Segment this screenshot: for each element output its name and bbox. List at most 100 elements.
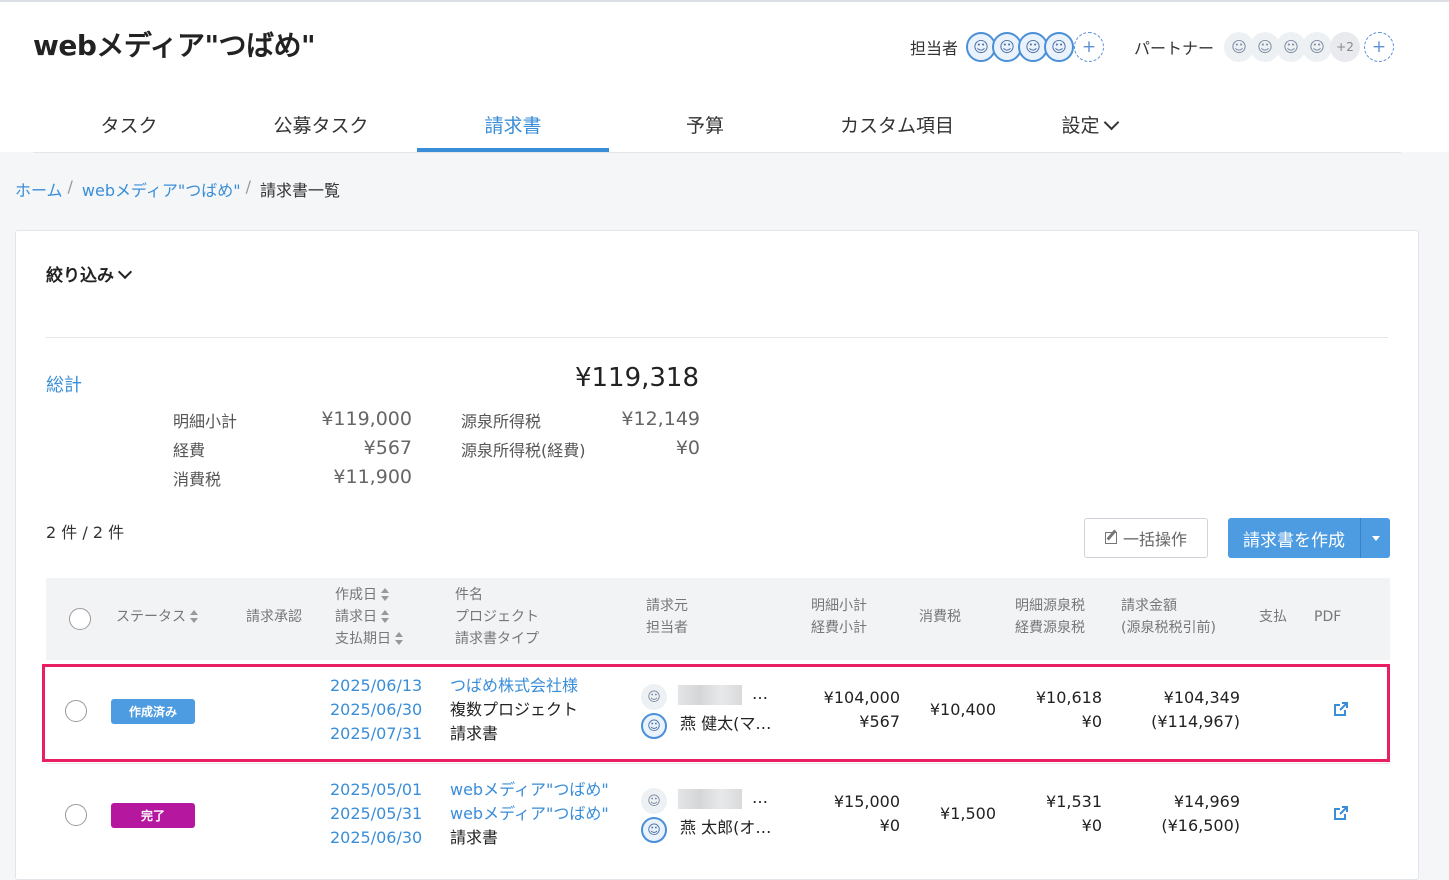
partners-label: パートナー <box>1134 39 1215 58</box>
header-status-label: ステータス <box>116 609 186 625</box>
project-name: 複数プロジェクト <box>450 700 579 719</box>
tab-public-tasks[interactable]: 公募タスク <box>225 99 417 152</box>
summary-value: ¥0 <box>675 437 700 459</box>
header-created[interactable]: 作成日 <box>335 584 389 606</box>
withholding-expense: ¥0 <box>1081 816 1102 835</box>
tab-custom-fields[interactable]: カスタム項目 <box>801 99 993 152</box>
due-date[interactable]: 2025/06/30 <box>330 826 422 850</box>
table-row[interactable]: 完了 2025/05/01 2025/05/31 2025/06/30 webメ… <box>16 764 1420 868</box>
partners-group: パートナー ☺ ☺ ☺ ☺ +2 + <box>1134 32 1395 62</box>
header-billed-label: 請求日 <box>335 609 377 625</box>
header: webメディア"つばめ" 担当者 ☺ ☺ ☺ ☺ + パートナー ☺ ☺ ☺ ☺… <box>0 2 1449 153</box>
header-withholding: 明細源泉税 <box>1015 598 1085 614</box>
member-avatar[interactable]: ☺ <box>1044 32 1075 62</box>
chevron-down-icon <box>117 264 133 280</box>
result-count: 2 件 / 2 件 <box>46 523 125 542</box>
assignee-avatar: ☺ <box>641 817 667 843</box>
subtotal: ¥104,000 <box>823 688 900 707</box>
header-approval: 請求承認 <box>246 609 302 625</box>
sort-icon <box>381 610 389 624</box>
expense-subtotal: ¥567 <box>859 712 900 731</box>
created-date[interactable]: 2025/05/01 <box>330 778 422 802</box>
bulk-action-button[interactable]: 一括操作 <box>1084 518 1208 558</box>
assignee-name: 燕 健太(マ… <box>680 714 772 733</box>
tab-invoices[interactable]: 請求書 <box>417 99 609 152</box>
edit-icon <box>1104 532 1117 544</box>
summary-label: 源泉所得税 <box>461 412 542 431</box>
due-date[interactable]: 2025/07/31 <box>330 722 422 746</box>
header-status[interactable]: ステータス <box>116 606 198 628</box>
external-link-icon[interactable] <box>1334 702 1348 716</box>
withholding: ¥1,531 <box>1046 792 1102 811</box>
header-subject: 件名 <box>455 587 483 603</box>
table-row[interactable]: 作成済み 2025/06/13 2025/06/30 2025/07/31 つば… <box>16 660 1420 764</box>
invoice-type: 請求書 <box>450 828 499 847</box>
table-header: ステータス 請求承認 作成日 請求日 支払期日 件名 プロジェクト 請求書タイプ… <box>46 578 1390 660</box>
breadcrumb-project[interactable]: webメディア"つばめ" <box>82 177 241 201</box>
redacted-name <box>678 685 742 705</box>
breadcrumb-current: 請求書一覧 <box>260 181 341 200</box>
partner-avatar[interactable]: ☺ <box>1302 32 1333 62</box>
header-from: 請求元 <box>646 598 688 614</box>
header-billed[interactable]: 請求日 <box>335 606 389 628</box>
project-link[interactable]: webメディア"つばめ" <box>450 802 609 826</box>
header-amount-note: (源泉税税引前) <box>1121 620 1216 636</box>
header-project: プロジェクト <box>455 609 539 625</box>
header-expense: 経費小計 <box>811 620 867 636</box>
partner-more-count[interactable]: +2 <box>1330 32 1361 62</box>
expense-subtotal: ¥0 <box>879 816 900 835</box>
total-label[interactable]: 総計 <box>46 371 82 397</box>
tax: ¥1,500 <box>940 804 996 823</box>
breadcrumb-separator: / <box>67 177 73 196</box>
withholding: ¥10,618 <box>1035 688 1102 707</box>
main-tabs: タスク 公募タスク 請求書 予算 カスタム項目 設定 <box>33 99 1401 153</box>
row-select-radio[interactable] <box>65 700 87 722</box>
select-all-radio[interactable] <box>69 608 91 630</box>
row-select-radio[interactable] <box>65 804 87 826</box>
breadcrumb: ホーム / webメディア"つばめ" / 請求書一覧 <box>15 177 340 201</box>
invoice-subject-link[interactable]: webメディア"つばめ" <box>450 778 609 802</box>
add-member-button[interactable]: + <box>1074 32 1105 62</box>
header-withholding-expense: 経費源泉税 <box>1015 620 1085 636</box>
invoice-panel: 絞り込み 総計 ¥119,318 明細小計 ¥119,000 経費 ¥567 消… <box>15 230 1419 880</box>
tab-budget[interactable]: 予算 <box>609 99 801 152</box>
total-value: ¥119,318 <box>574 363 699 393</box>
summary-label: 源泉所得税(経費) <box>461 441 586 460</box>
status-badge: 完了 <box>111 803 195 828</box>
summary-label: 経費 <box>173 441 206 460</box>
invoice-amount: ¥104,349 <box>1163 688 1240 707</box>
invoice-amount: ¥14,969 <box>1173 792 1240 811</box>
partner-avatar: ☺ <box>641 788 667 814</box>
members-group: 担当者 ☺ ☺ ☺ ☺ + <box>910 32 1105 62</box>
tab-settings-label: 設定 <box>1061 115 1100 137</box>
sort-icon <box>381 588 389 602</box>
created-date[interactable]: 2025/06/13 <box>330 674 422 698</box>
add-partner-button[interactable]: + <box>1364 32 1395 62</box>
header-due-label: 支払期日 <box>335 631 391 647</box>
bulk-action-label: 一括操作 <box>1122 530 1187 549</box>
sort-icon <box>190 610 198 624</box>
invoice-amount-gross: (¥16,500) <box>1161 816 1240 835</box>
summary-value: ¥567 <box>363 437 412 459</box>
summary-value: ¥119,000 <box>321 408 412 430</box>
header-pdf: PDF <box>1314 609 1342 625</box>
invoice-type: 請求書 <box>450 724 499 743</box>
redacted-name <box>678 789 742 809</box>
header-due[interactable]: 支払期日 <box>335 628 403 650</box>
header-assignee: 担当者 <box>646 620 688 636</box>
create-invoice-dropdown[interactable] <box>1360 518 1390 558</box>
assignee-name: 燕 太郎(オ… <box>680 818 772 837</box>
tab-tasks[interactable]: タスク <box>33 99 225 152</box>
filter-toggle[interactable]: 絞り込み <box>46 261 133 286</box>
header-subtotal: 明細小計 <box>811 598 867 614</box>
tab-settings[interactable]: 設定 <box>993 99 1185 152</box>
breadcrumb-home[interactable]: ホーム <box>15 177 63 201</box>
invoice-subject-link[interactable]: つばめ株式会社様 <box>450 674 578 698</box>
breadcrumb-separator: / <box>245 177 251 196</box>
billed-date[interactable]: 2025/06/30 <box>330 698 422 722</box>
create-invoice-button[interactable]: 請求書を作成 <box>1228 518 1360 558</box>
billed-date[interactable]: 2025/05/31 <box>330 802 422 826</box>
external-link-icon[interactable] <box>1334 806 1348 820</box>
sort-icon <box>395 632 403 646</box>
from-name-ellipsis: … <box>752 684 768 703</box>
